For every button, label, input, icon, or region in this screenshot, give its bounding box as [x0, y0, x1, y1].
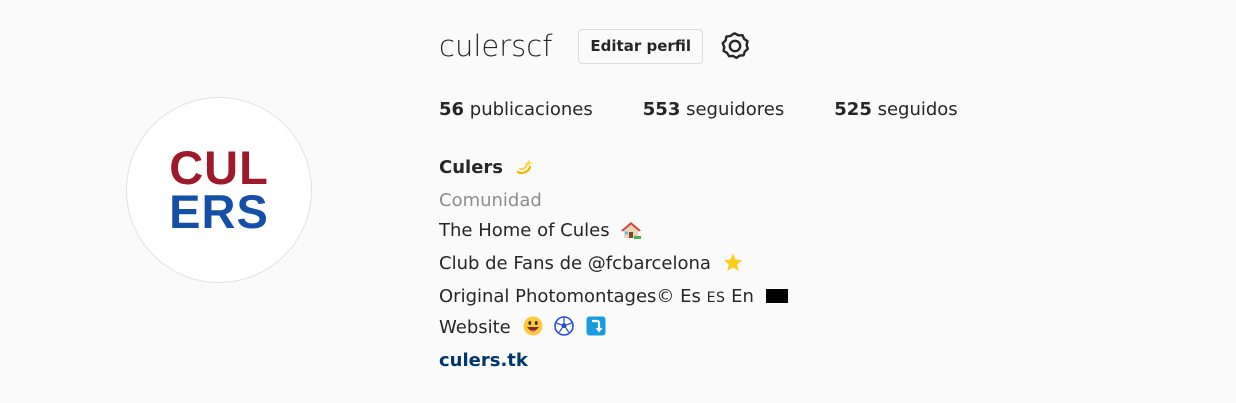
bio-line-4-text: Website	[439, 317, 511, 338]
website-link[interactable]: culers.tk	[439, 350, 528, 371]
username: culerscf	[439, 29, 553, 63]
followers-label: seguidores	[686, 99, 785, 120]
bio-line-3-suffix: En	[731, 286, 754, 307]
bio-name-row: Culers	[439, 153, 788, 186]
following-stat[interactable]: 525 seguidos	[834, 99, 957, 120]
star-icon	[723, 252, 743, 282]
bio-line-2: Club de Fans de @fcbarcelona	[439, 249, 788, 282]
bio-name: Culers	[439, 157, 503, 178]
dizzy-icon	[515, 156, 533, 186]
followers-stat[interactable]: 553 seguidores	[643, 99, 785, 120]
following-label: seguidos	[877, 99, 958, 120]
edit-profile-button[interactable]: Editar perfil	[578, 28, 704, 64]
avatar-text-top: CUL	[169, 141, 269, 194]
bio-line-1: The Home of Cules	[439, 216, 788, 249]
bio-category: Comunidad	[439, 190, 542, 211]
profile-stats: 56 publicaciones 553 seguidores 525 segu…	[439, 99, 1008, 120]
posts-label: publicaciones	[469, 99, 593, 120]
settings-gear-icon[interactable]	[719, 30, 751, 62]
bio-line-3-es-flag-text: ES	[706, 290, 726, 306]
bio-line-2-text: Club de Fans de @fcbarcelona	[439, 253, 711, 274]
profile-header: culerscf Editar perfil	[439, 24, 751, 68]
flag-icon	[765, 289, 788, 303]
bio-line-3: Original Photomontages© Es ES En	[439, 282, 788, 313]
profile-page: CUL ERS culerscf Editar perfil 56 public…	[0, 0, 1236, 403]
avatar[interactable]: CUL ERS	[126, 97, 312, 283]
profile-bio: Culers Comunidad The Home of Cules Club …	[439, 153, 788, 376]
avatar-text-bottom: ERS	[169, 185, 269, 238]
bio-link-row: culers.tk	[439, 346, 788, 376]
bio-line-4: Website	[439, 313, 788, 346]
bio-line-1-text: The Home of Cules	[439, 220, 610, 241]
posts-stat: 56 publicaciones	[439, 99, 593, 120]
grinning-face-icon	[523, 316, 543, 346]
soccer-ball-icon	[554, 316, 575, 346]
house-icon	[621, 219, 642, 249]
bio-line-3-prefix: Original Photomontages© Es	[439, 286, 701, 307]
followers-count: 553	[642, 99, 681, 120]
following-count: 525	[834, 99, 872, 120]
posts-count: 56	[439, 99, 465, 120]
arrow-down-icon	[586, 316, 606, 346]
